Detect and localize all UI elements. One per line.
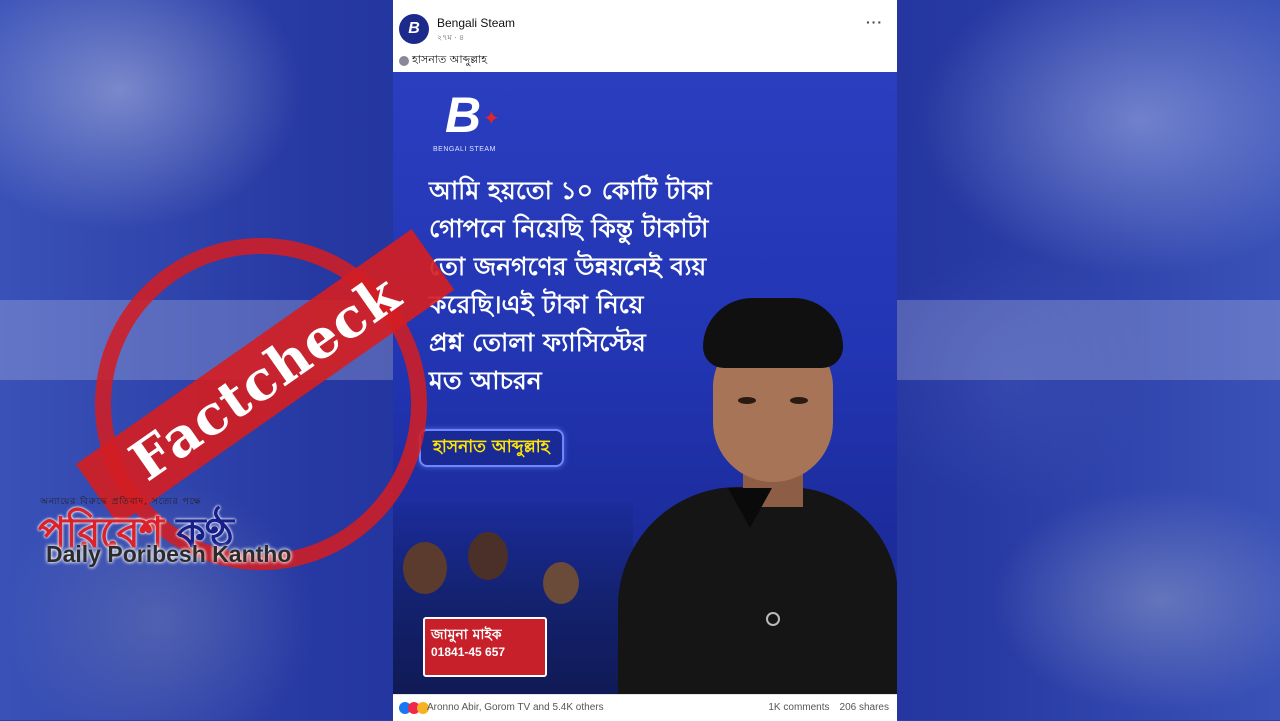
reactions-summary[interactable]: Aronno Abir, Gorom TV and 5.4K others bbox=[427, 702, 604, 713]
facebook-post-card: B Bengali Steam ২৭ম · ৪ ··· হাসনাত আব্দু… bbox=[393, 0, 897, 721]
caption-text: হাসনাত আব্দুল্লাহ bbox=[412, 53, 488, 66]
page-name-link[interactable]: Bengali Steam bbox=[437, 16, 515, 30]
logo-letter: B bbox=[445, 87, 482, 143]
left-eye bbox=[738, 397, 756, 404]
more-options-button[interactable]: ··· bbox=[866, 14, 883, 30]
quote-line: তো জনগণের উন্নয়নেই ব্যয় bbox=[429, 252, 707, 281]
mic-label: জামুনা মাইক bbox=[431, 627, 502, 643]
post-header: B Bengali Steam ২৭ম · ৪ ··· হাসনাত আব্দু… bbox=[393, 0, 897, 72]
lapel-mic bbox=[766, 612, 780, 626]
quote-line: আমি হয়তো ১০ কোটি টাকা bbox=[429, 176, 712, 205]
mic-number: 01841-45 657 bbox=[431, 645, 506, 659]
media-mic-box: জামুনা মাইক 01841-45 657 bbox=[423, 617, 547, 677]
thinking-emoji-icon bbox=[399, 55, 409, 66]
logo-text: BENGALI STEAM bbox=[433, 146, 496, 153]
crowd-person bbox=[403, 542, 447, 594]
reaction-icons[interactable] bbox=[399, 702, 429, 714]
right-eye bbox=[790, 397, 808, 404]
person-portrait bbox=[608, 292, 897, 694]
engagement-counts: 1K comments 206 shares bbox=[768, 702, 889, 713]
reactions-bar: Aronno Abir, Gorom TV and 5.4K others 1K… bbox=[393, 694, 897, 721]
watermark-english-name: Daily Poribesh Kantho bbox=[46, 541, 292, 567]
crowd-person bbox=[468, 532, 508, 580]
page-avatar[interactable]: B bbox=[399, 14, 429, 44]
quote-line: গোপনে নিয়েছি কিন্তু টাকাটা bbox=[429, 214, 709, 243]
name-badge: হাসনাত আব্দুল্লাহ bbox=[419, 429, 564, 467]
comments-count[interactable]: 1K comments bbox=[768, 702, 829, 713]
post-caption: হাসনাত আব্দুল্লাহ bbox=[399, 51, 487, 70]
shirt-collar bbox=[728, 488, 772, 528]
post-image[interactable]: B ✦ BENGALI STEAM আমি হয়তো ১০ কোটি টাকা… bbox=[393, 72, 897, 694]
star-icon: ✦ bbox=[483, 106, 500, 130]
post-timestamp[interactable]: ২৭ম · ৪ bbox=[437, 32, 464, 45]
hair bbox=[703, 298, 843, 368]
shares-count[interactable]: 206 shares bbox=[840, 702, 889, 713]
crowd-person bbox=[543, 562, 579, 604]
bengali-steam-logo: B ✦ BENGALI STEAM bbox=[433, 86, 503, 156]
